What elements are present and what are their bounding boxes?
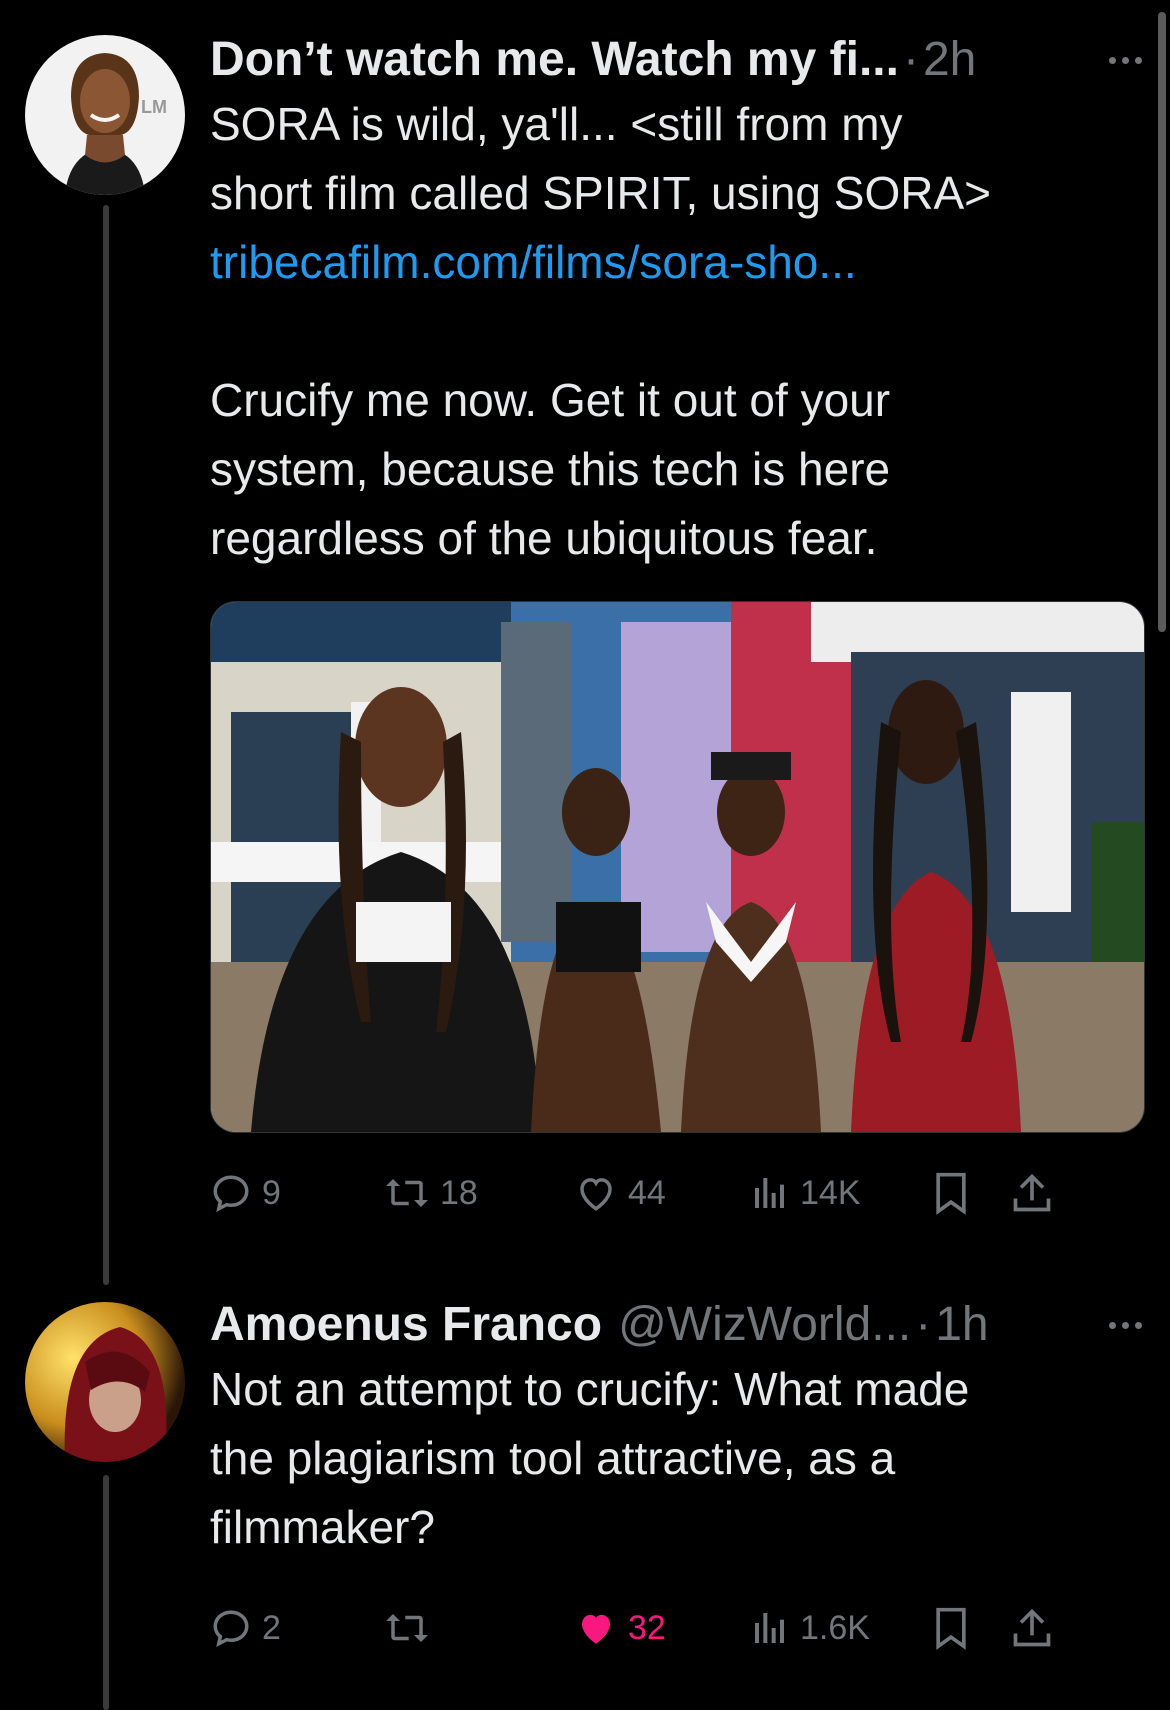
avatar-image <box>25 1302 185 1462</box>
separator: · <box>915 1298 932 1351</box>
share-button[interactable] <box>1010 1596 1054 1660</box>
retweet-button[interactable]: 18 <box>384 1161 478 1225</box>
heart-icon <box>580 1178 612 1211</box>
retweet-button[interactable] <box>384 1596 440 1660</box>
more-icon[interactable] <box>1109 56 1148 64</box>
views-icon <box>755 1613 784 1643</box>
tweet-text: SORA is wild, ya'll... <still from my sh… <box>210 90 1148 573</box>
reply-button[interactable]: 9 <box>210 1161 281 1225</box>
tweet-text-line: Crucify me now. Get it out of your <box>210 374 891 426</box>
tweet-text-line: the plagiarism tool attractive, as a <box>210 1432 896 1484</box>
bookmark-button[interactable] <box>932 1161 970 1225</box>
reply-icon <box>213 1610 249 1647</box>
tweet-text-line: regardless of the ubiquitous fear. <box>210 512 878 564</box>
retweet-icon <box>386 1179 428 1207</box>
tweet-link[interactable]: tribecafilm.com/films/sora-sho... <box>210 228 1148 297</box>
tweet-text: Not an attempt to crucify: What made the… <box>210 1355 1148 1562</box>
bookmark-button[interactable] <box>932 1596 970 1660</box>
tweet-header: Amoenus Franco @WizWorld... · 1h <box>210 1295 1148 1355</box>
views-icon <box>755 1178 784 1208</box>
views-button[interactable]: 14K <box>750 1161 861 1225</box>
like-button[interactable]: 32 <box>574 1596 666 1660</box>
avatar[interactable]: LM <box>25 35 185 195</box>
tweet-media-image[interactable] <box>210 601 1145 1133</box>
tweet-text-line: short film called SPIRIT, using SORA> <box>210 167 992 219</box>
author-name[interactable]: Don’t watch me. Watch my fi... <box>210 30 899 90</box>
more-icon[interactable] <box>1109 1321 1148 1329</box>
thread-line <box>103 205 109 1285</box>
views-button[interactable]: 1.6K <box>750 1596 870 1660</box>
retweet-count: 18 <box>440 1173 478 1212</box>
reply-count: 9 <box>262 1173 281 1212</box>
separator: · <box>902 33 919 86</box>
tweet[interactable]: Amoenus Franco @WizWorld... · 1h Not an … <box>210 1295 1148 1660</box>
like-count: 44 <box>628 1173 666 1212</box>
avatar[interactable] <box>25 1302 185 1462</box>
timestamp[interactable]: 1h <box>935 1295 988 1355</box>
bookmark-icon <box>936 1172 966 1215</box>
share-icon <box>1013 1173 1051 1212</box>
thread-line <box>103 1475 109 1710</box>
tweet-actions: 9 18 44 14K <box>210 1161 1148 1225</box>
timestamp[interactable]: 2h <box>923 30 976 90</box>
reply-icon <box>213 1175 249 1212</box>
tweet-header: Don’t watch me. Watch my fi... · 2h <box>210 30 1148 90</box>
media-photo <box>211 602 1144 1132</box>
like-button[interactable]: 44 <box>574 1161 666 1225</box>
bookmark-icon <box>936 1607 966 1650</box>
tweet-actions: 2 32 1.6K <box>210 1596 1148 1660</box>
share-button[interactable] <box>1010 1161 1054 1225</box>
reply-button[interactable]: 2 <box>210 1596 281 1660</box>
tweet-text-line: Not an attempt to crucify: What made <box>210 1363 970 1415</box>
scrollbar[interactable] <box>1158 12 1166 632</box>
share-icon <box>1013 1608 1051 1647</box>
heart-filled-icon <box>582 1614 610 1644</box>
author-name[interactable]: Amoenus Franco <box>210 1295 602 1355</box>
tweet-text-line: filmmaker? <box>210 1501 435 1553</box>
tweet[interactable]: Don’t watch me. Watch my fi... · 2h SORA… <box>210 30 1148 1225</box>
view-count: 1.6K <box>800 1608 870 1647</box>
tweet-text-line: SORA is wild, ya'll... <still from my <box>210 98 903 150</box>
like-count: 32 <box>628 1608 666 1647</box>
svg-text:LM: LM <box>141 97 167 117</box>
view-count: 14K <box>800 1173 861 1212</box>
avatar-image: LM <box>25 35 185 195</box>
tweet-text-line: system, because this tech is here <box>210 443 891 495</box>
author-handle[interactable]: @WizWorld... <box>618 1295 911 1355</box>
reply-count: 2 <box>262 1608 281 1647</box>
retweet-icon <box>386 1614 428 1642</box>
